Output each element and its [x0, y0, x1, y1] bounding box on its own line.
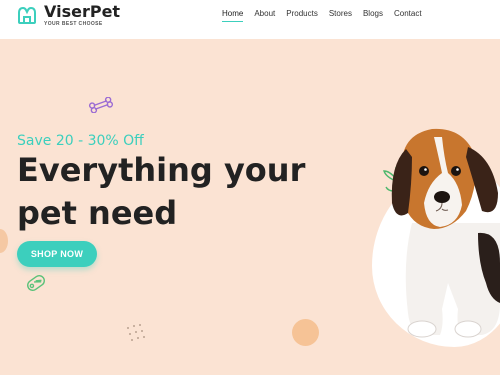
shop-now-button[interactable]: SHOP NOW — [17, 241, 97, 267]
nav-about[interactable]: About — [254, 9, 275, 22]
nav-products[interactable]: Products — [286, 9, 318, 22]
brand-name: ViserPet — [44, 2, 121, 21]
decor-circle-left — [0, 229, 8, 253]
nav-contact[interactable]: Contact — [394, 9, 422, 22]
nav-home[interactable]: Home — [222, 9, 244, 22]
brand-tagline: YOUR BEST CHOOSE — [44, 21, 103, 27]
decor-circle-bottom — [292, 319, 319, 346]
beagle-puppy-illustration — [391, 128, 500, 338]
logo[interactable]: ViserPet YOUR BEST CHOOSE — [16, 3, 120, 27]
dots-icon — [127, 324, 145, 341]
main-nav: Home About Products Stores Blogs Contact — [222, 9, 433, 22]
site-header: ViserPet YOUR BEST CHOOSE Home About Pro… — [0, 0, 500, 39]
hero-section: Save 20 - 30% Off Everything your pet ne… — [0, 39, 500, 375]
nav-blogs[interactable]: Blogs — [363, 9, 383, 22]
nav-stores[interactable]: Stores — [329, 9, 352, 22]
hero-dog-image — [360, 109, 500, 375]
pet-tag-icon — [27, 275, 45, 291]
logo-paw-icon — [18, 6, 36, 24]
promo-text: Save 20 - 30% Off — [17, 133, 144, 149]
bone-icon — [88, 97, 114, 113]
hero-headline: Everything your pet need — [17, 151, 306, 232]
